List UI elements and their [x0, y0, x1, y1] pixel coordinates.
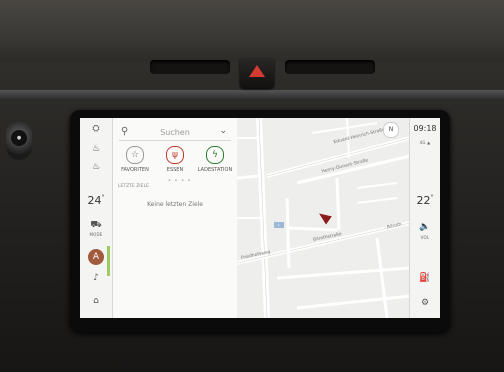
- music-icon[interactable]: ♪: [80, 273, 112, 283]
- volume-icon[interactable]: 🔈: [410, 222, 440, 232]
- destination-panel: ⚲ Suchen ⌄ ☆ FAVORITEN ψ ESSEN ϟ LADESTA…: [113, 118, 238, 318]
- dashboard-top: [0, 0, 504, 62]
- fuel-icon[interactable]: ⛽: [410, 273, 440, 283]
- road-number-tag: L: [274, 222, 284, 228]
- car-dashboard: ● ⛭ ♨ ♨ 24° ⛟ MODE A ♪ ⌂ ⚲ Suchen ⌄ ☆ FA…: [0, 0, 504, 372]
- category-label: ESSEN: [166, 167, 184, 173]
- knob-icon: ●: [16, 135, 22, 141]
- right-rail: 09:18 4G ▲ 22° 🔈 VOL ⛽ ⚙: [409, 118, 440, 318]
- seat-icon[interactable]: ⛭: [80, 124, 112, 134]
- hazard-icon: [249, 65, 265, 77]
- section-heading: LETZTE ZIELE: [118, 184, 149, 189]
- star-icon: ☆: [126, 146, 144, 164]
- home-icon[interactable]: ⌂: [80, 296, 112, 306]
- charging-icon: ϟ: [206, 146, 224, 164]
- right-temperature[interactable]: 22°: [410, 194, 440, 207]
- car-mode-icon[interactable]: ⛟: [80, 220, 112, 230]
- category-label: FAVORITEN: [121, 167, 149, 173]
- map-view[interactable]: Eduard-Heinrich-Straße Henry-Dunant-Stra…: [237, 118, 410, 318]
- left-temp-value: 24: [87, 194, 102, 207]
- seat-heat-icon[interactable]: ♨: [80, 144, 112, 154]
- right-temp-value: 22: [416, 194, 431, 207]
- air-vent-right: [285, 60, 375, 74]
- start-stop-knob[interactable]: ●: [6, 120, 32, 160]
- left-temp-unit: °: [101, 194, 105, 201]
- page-dots: • • • •: [168, 178, 192, 184]
- clock: 09:18: [413, 124, 437, 133]
- mode-label: MODE: [89, 232, 103, 237]
- search-bar[interactable]: ⚲ Suchen ⌄: [119, 126, 231, 141]
- status-indicator-bar: [107, 246, 110, 276]
- dashboard-trim: [0, 90, 504, 100]
- empty-state-message: Keine letzten Ziele: [147, 201, 203, 208]
- settings-icon[interactable]: ⚙: [410, 298, 440, 308]
- fork-knife-icon: ψ: [166, 146, 184, 164]
- infotainment-screen: ⛭ ♨ ♨ 24° ⛟ MODE A ♪ ⌂ ⚲ Suchen ⌄ ☆ FAVO…: [80, 118, 440, 318]
- signal-indicator: 4G ▲: [419, 140, 431, 145]
- rear-heat-icon[interactable]: ♨: [80, 162, 112, 172]
- category-label: LADESTATION: [197, 167, 233, 173]
- navigation-badge[interactable]: A: [88, 249, 104, 265]
- volume-label: VOL: [420, 235, 430, 240]
- category-charging[interactable]: ϟ LADESTATION: [195, 146, 235, 173]
- search-placeholder: Suchen: [160, 128, 190, 137]
- category-favorites[interactable]: ☆ FAVORITEN: [115, 146, 155, 173]
- category-food[interactable]: ψ ESSEN: [155, 146, 195, 173]
- left-temperature[interactable]: 24°: [80, 194, 112, 207]
- chevron-down-icon[interactable]: ⌄: [219, 126, 227, 136]
- compass-button[interactable]: N: [383, 122, 399, 138]
- hazard-button[interactable]: [240, 58, 274, 88]
- left-rail: ⛭ ♨ ♨ 24° ⛟ MODE A ♪ ⌂: [80, 118, 113, 318]
- right-temp-unit: °: [430, 194, 434, 201]
- air-vent-left: [150, 60, 230, 74]
